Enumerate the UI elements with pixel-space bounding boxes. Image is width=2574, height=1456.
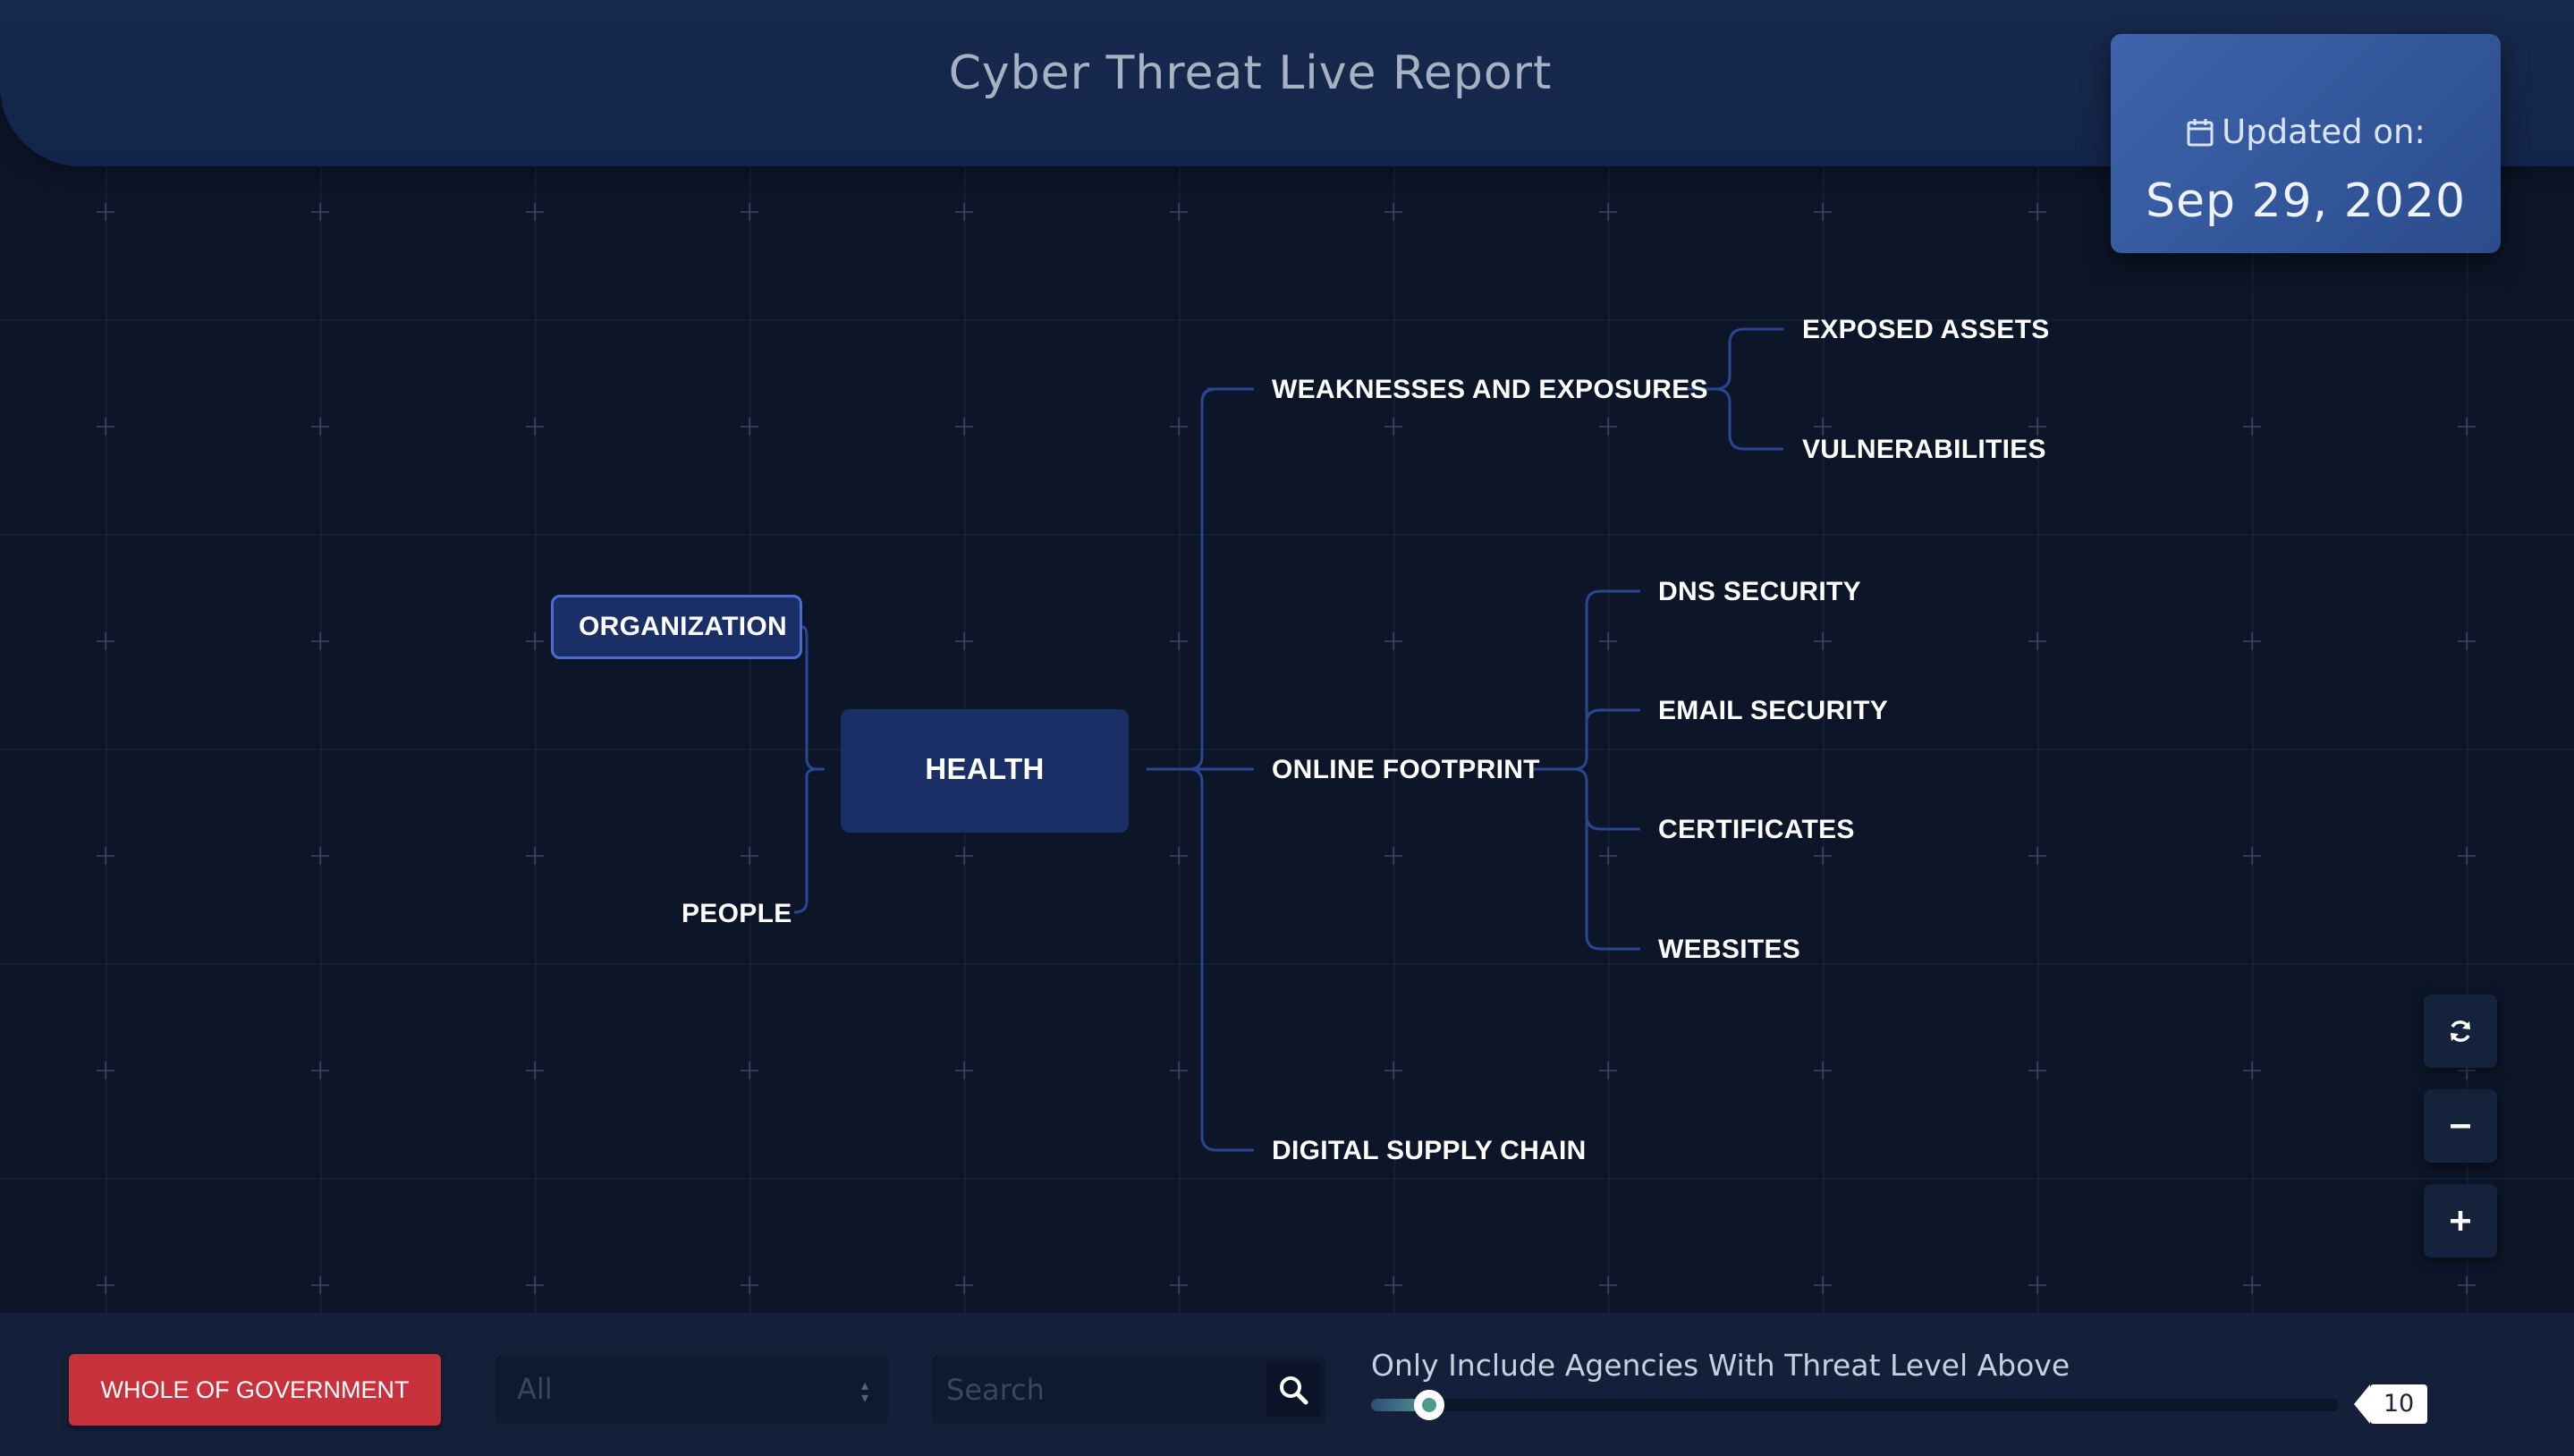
connector-exposed-assets xyxy=(1715,327,1783,391)
node-digital-supply-chain-label[interactable]: DIGITAL SUPPLY CHAIN xyxy=(1272,1136,1587,1166)
node-certificates-label[interactable]: CERTIFICATES xyxy=(1658,815,1855,845)
node-people-label[interactable]: PEOPLE xyxy=(682,899,792,929)
node-weaknesses-label[interactable]: WEAKNESSES AND EXPOSURES xyxy=(1272,375,1708,405)
connector-dns xyxy=(1573,589,1640,771)
search-input[interactable] xyxy=(932,1356,1263,1424)
node-dns-security-label[interactable]: DNS SECURITY xyxy=(1658,577,1861,607)
threshold-label: Only Include Agencies With Threat Level … xyxy=(1371,1348,2070,1383)
refresh-icon xyxy=(2451,1020,2470,1042)
agency-filter-value: All xyxy=(517,1372,553,1406)
select-arrows-icon: ▴ ▾ xyxy=(860,1376,868,1406)
connector-digital-supply xyxy=(1189,767,1254,1152)
agency-filter-select[interactable]: All ▴ ▾ xyxy=(495,1356,888,1424)
threshold-slider-thumb[interactable] xyxy=(1414,1390,1444,1420)
connector-email xyxy=(1585,708,1640,724)
search-icon xyxy=(1280,1376,1308,1405)
connector-vulnerabilities xyxy=(1715,387,1783,451)
zoom-in-button[interactable] xyxy=(2424,1184,2497,1257)
node-online-footprint-label[interactable]: ONLINE FOOTPRINT xyxy=(1272,755,1540,785)
updated-card: Updated on: Sep 29, 2020 xyxy=(2111,34,2501,253)
node-exposed-assets-label[interactable]: EXPOSED ASSETS xyxy=(1802,315,2050,345)
plus-icon xyxy=(2451,1211,2470,1231)
minus-icon xyxy=(2451,1124,2470,1129)
connector-people xyxy=(793,776,809,914)
search-button[interactable] xyxy=(1266,1363,1320,1417)
search-box xyxy=(932,1356,1325,1424)
whole-of-government-button[interactable]: WHOLE OF GOVERNMENT xyxy=(69,1354,441,1426)
connector-websites xyxy=(1573,767,1640,951)
updated-date: Sep 29, 2020 xyxy=(2145,174,2467,228)
connector-organization xyxy=(801,625,809,758)
connector-weaknesses xyxy=(1189,387,1215,771)
node-email-security-label[interactable]: EMAIL SECURITY xyxy=(1658,696,1888,726)
updated-label-row: Updated on: xyxy=(2111,113,2501,151)
node-organization-label[interactable]: ORGANIZATION xyxy=(579,612,787,642)
refresh-button[interactable] xyxy=(2424,995,2497,1068)
updated-label: Updated on: xyxy=(2222,113,2426,151)
node-vulnerabilities-label[interactable]: VULNERABILITIES xyxy=(1802,435,2046,465)
threshold-value-badge: 10 xyxy=(2354,1384,2427,1424)
node-websites-label[interactable]: WEBSITES xyxy=(1658,935,1800,965)
node-health-label[interactable]: HEALTH xyxy=(841,752,1129,786)
zoom-out-button[interactable] xyxy=(2424,1089,2497,1163)
connector-certificates xyxy=(1585,815,1640,831)
calendar-icon xyxy=(2187,118,2214,146)
threshold-slider[interactable] xyxy=(1371,1390,2339,1420)
connector-left-stem xyxy=(805,758,825,771)
